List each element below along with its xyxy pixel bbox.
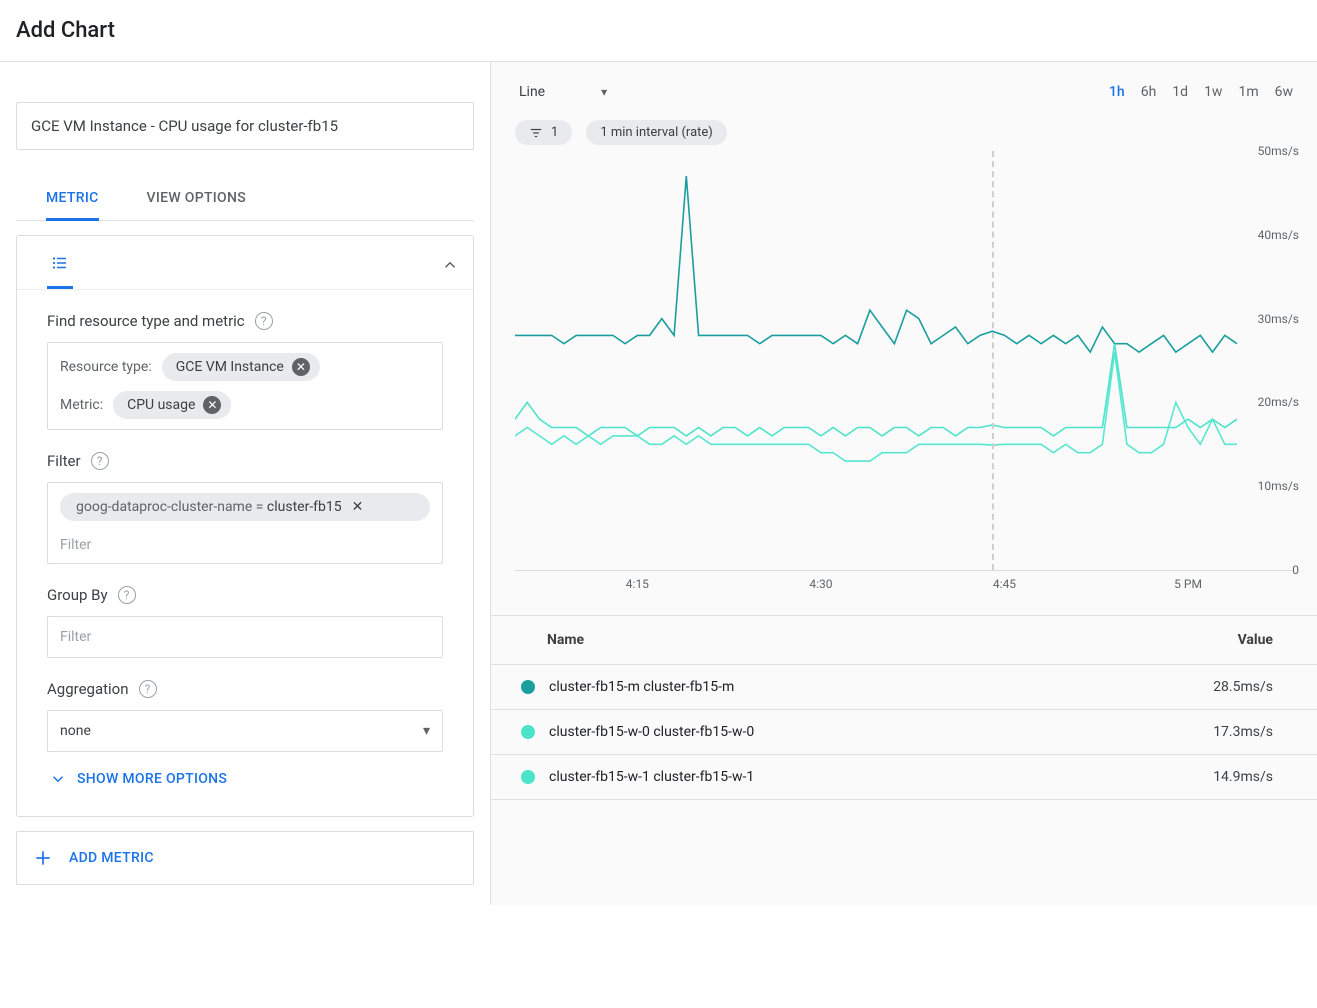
resource-type-label: Resource type: [60, 359, 152, 375]
help-icon[interactable]: ? [255, 312, 273, 330]
metric-card: Find resource type and metric ? Resource… [16, 235, 474, 817]
legend-color-dot [521, 725, 535, 739]
filter-chip-key: goog-dataproc-cluster-name = [76, 499, 267, 515]
caret-down-icon: ▾ [423, 723, 430, 739]
find-metric-label: Find resource type and metric [47, 312, 245, 330]
metric-chip[interactable]: CPU usage ✕ [113, 391, 231, 419]
groupby-input[interactable] [47, 616, 443, 658]
y-tick-label: 0 [1292, 563, 1299, 577]
chart-title-input[interactable] [16, 102, 474, 150]
legend-name-header: Name [547, 632, 1238, 648]
caret-down-icon: ▾ [601, 85, 607, 99]
y-tick-label: 40ms/s [1258, 228, 1299, 242]
list-icon[interactable] [47, 244, 73, 289]
metric-label: Metric: [60, 397, 103, 413]
timerange-1w[interactable]: 1w [1204, 84, 1222, 100]
legend-row-value: 14.9ms/s [1213, 769, 1273, 785]
legend-row[interactable]: cluster-fb15-w-1 cluster-fb15-w-114.9ms/… [491, 755, 1317, 800]
interval-text: 1 min interval (rate) [600, 125, 713, 140]
chevron-up-icon[interactable] [441, 255, 459, 279]
config-tabs: METRIC VIEW OPTIONS [16, 178, 474, 221]
preview-panel: Line ▾ 1h 6h 1d 1w 1m 6w 1 1 min interval (ra… [491, 62, 1317, 905]
page-title: Add Chart [0, 0, 1317, 61]
groupby-label: Group By [47, 586, 108, 604]
filter-count-text: 1 [551, 125, 558, 140]
filter-input[interactable] [60, 535, 430, 553]
add-metric-label: ADD METRIC [69, 850, 154, 866]
help-icon[interactable]: ? [118, 586, 136, 604]
legend-value-header: Value [1238, 632, 1273, 648]
legend-row-name: cluster-fb15-m cluster-fb15-m [549, 679, 1213, 695]
y-tick-label: 30ms/s [1258, 312, 1299, 326]
cursor-line [992, 151, 994, 570]
x-tick-label: 4:30 [809, 577, 832, 591]
legend-table: Name Value cluster-fb15-m cluster-fb15-m… [491, 615, 1317, 800]
tab-view-options[interactable]: VIEW OPTIONS [147, 178, 246, 220]
timerange-6w[interactable]: 6w [1275, 84, 1293, 100]
help-icon[interactable]: ? [91, 452, 109, 470]
interval-pill[interactable]: 1 min interval (rate) [586, 120, 727, 145]
add-metric-button[interactable]: ADD METRIC [16, 831, 474, 885]
legend-row[interactable]: cluster-fb15-m cluster-fb15-m28.5ms/s [491, 665, 1317, 710]
filter-count-pill[interactable]: 1 [515, 120, 572, 145]
filter-chip-value: cluster-fb15 [267, 499, 342, 515]
resource-metric-box: Resource type: GCE VM Instance ✕ Metric:… [47, 342, 443, 430]
y-tick-label: 20ms/s [1258, 395, 1299, 409]
show-more-label: SHOW MORE OPTIONS [77, 771, 227, 787]
aggregation-select[interactable]: none ▾ [47, 710, 443, 752]
legend-row[interactable]: cluster-fb15-w-0 cluster-fb15-w-017.3ms/… [491, 710, 1317, 755]
x-tick-label: 4:45 [993, 577, 1016, 591]
x-tick-label: 4:15 [626, 577, 649, 591]
chevron-down-icon [49, 770, 67, 788]
resource-type-chip-text: GCE VM Instance [176, 359, 284, 375]
tab-metric[interactable]: METRIC [46, 178, 99, 221]
filter-label: Filter [47, 452, 81, 470]
plus-icon [33, 848, 53, 868]
timerange-6h[interactable]: 6h [1141, 84, 1157, 100]
legend-row-value: 28.5ms/s [1213, 679, 1273, 695]
close-icon[interactable]: ✕ [292, 358, 310, 376]
y-tick-label: 10ms/s [1258, 479, 1299, 493]
config-panel: METRIC VIEW OPTIONS [0, 62, 491, 905]
show-more-options-button[interactable]: SHOW MORE OPTIONS [47, 752, 443, 794]
chart-plot[interactable]: 010ms/s20ms/s30ms/s40ms/s50ms/s [515, 151, 1293, 571]
timerange-1m[interactable]: 1m [1238, 84, 1258, 100]
timerange-1d[interactable]: 1d [1172, 84, 1188, 100]
legend-color-dot [521, 680, 535, 694]
time-range-picker: 1h 6h 1d 1w 1m 6w [1109, 84, 1293, 100]
resource-type-chip[interactable]: GCE VM Instance ✕ [162, 353, 320, 381]
x-tick-label: 5 PM [1174, 577, 1202, 591]
filter-icon [529, 126, 543, 140]
close-icon[interactable]: ✕ [203, 396, 221, 414]
close-icon[interactable]: ✕ [352, 499, 364, 515]
filter-chip[interactable]: goog-dataproc-cluster-name = cluster-fb1… [60, 493, 430, 521]
y-tick-label: 50ms/s [1258, 144, 1299, 158]
chart-type-select[interactable]: Line ▾ [519, 84, 607, 100]
legend-row-value: 17.3ms/s [1213, 724, 1273, 740]
legend-row-name: cluster-fb15-w-0 cluster-fb15-w-0 [549, 724, 1213, 740]
aggregation-value: none [60, 723, 91, 739]
metric-chip-text: CPU usage [127, 397, 195, 413]
timerange-1h[interactable]: 1h [1109, 84, 1125, 100]
chart-type-value: Line [519, 84, 545, 100]
legend-row-name: cluster-fb15-w-1 cluster-fb15-w-1 [549, 769, 1213, 785]
help-icon[interactable]: ? [139, 680, 157, 698]
legend-color-dot [521, 770, 535, 784]
aggregation-label: Aggregation [47, 680, 129, 698]
